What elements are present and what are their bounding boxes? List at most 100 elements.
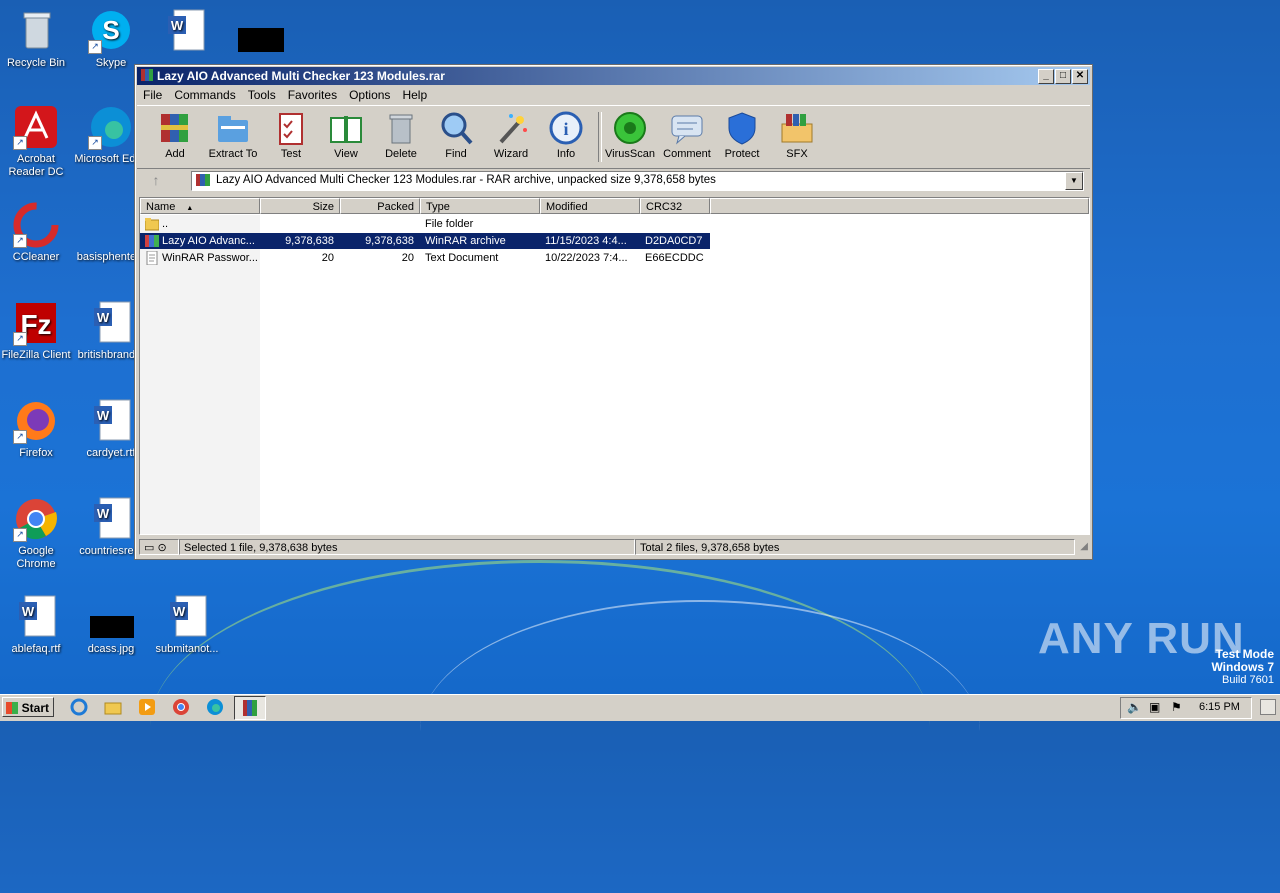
menu-tools[interactable]: Tools: [242, 86, 282, 102]
title-bar[interactable]: Lazy AIO Advanced Multi Checker 123 Modu…: [137, 67, 1090, 85]
test-mode-text: Test Mode Windows 7 Build 7601: [1211, 647, 1274, 687]
word-document-icon: W: [13, 594, 59, 640]
desktop-icon-filezilla[interactable]: Fz ↗ FileZilla Client: [0, 300, 74, 362]
trash-icon: [383, 110, 419, 146]
desktop-icon-dcass[interactable]: dcass.jpg: [73, 594, 149, 656]
drive-icon: ▭ ⊙: [139, 539, 179, 555]
menu-help[interactable]: Help: [396, 86, 433, 102]
view-button[interactable]: View: [316, 110, 376, 160]
edge-icon: ↗: [88, 104, 134, 150]
file-list: Name ▲ Size Packed Type Modified CRC32 .…: [139, 197, 1090, 535]
text-document-icon: [145, 250, 159, 266]
firefox-icon: ↗: [13, 398, 59, 444]
info-icon: i: [548, 110, 584, 146]
skype-icon: S ↗: [88, 8, 134, 54]
clock[interactable]: 6:15 PM: [1199, 701, 1240, 713]
image-file-icon: [88, 594, 134, 640]
desktop-icon-word-doc[interactable]: W: [149, 8, 225, 57]
edge-icon[interactable]: [206, 698, 224, 716]
close-button[interactable]: ✕: [1072, 69, 1088, 84]
acrobat-icon: ↗: [13, 104, 59, 150]
menu-file[interactable]: File: [137, 86, 168, 102]
book-icon: [328, 110, 364, 146]
up-arrow-icon[interactable]: ↑: [145, 172, 167, 190]
blank-file-icon: [88, 202, 134, 248]
find-button[interactable]: Find: [426, 110, 486, 160]
info-button[interactable]: i Info: [536, 110, 596, 160]
ccleaner-icon: ↗: [13, 202, 59, 248]
chevron-down-icon[interactable]: ▼: [1065, 172, 1083, 190]
svg-text:W: W: [97, 310, 110, 325]
svg-text:W: W: [97, 506, 110, 521]
extract-to-button[interactable]: Extract To: [203, 110, 263, 160]
folder-extract-icon: [215, 110, 251, 146]
svg-text:W: W: [97, 408, 110, 423]
maximize-button[interactable]: □: [1055, 69, 1071, 84]
desktop-icon-ablefaq[interactable]: W ablefaq.rtf: [0, 594, 74, 656]
comment-icon: [669, 110, 705, 146]
rar-archive-icon: [145, 234, 159, 248]
add-button[interactable]: Add: [145, 110, 205, 160]
system-tray: 🔈 ▣ ⚑ 6:15 PM: [1120, 697, 1252, 719]
test-clipboard-icon: [273, 110, 309, 146]
virus-bug-icon: [612, 110, 648, 146]
show-desktop-button[interactable]: [1260, 699, 1276, 715]
minimize-button[interactable]: _: [1038, 69, 1054, 84]
test-button[interactable]: Test: [261, 110, 321, 160]
desktop-icon-skype[interactable]: S ↗ Skype: [73, 8, 149, 70]
file-explorer-icon[interactable]: [104, 698, 122, 716]
column-header-packed[interactable]: Packed: [340, 198, 420, 214]
desktop-icon-firefox[interactable]: ↗ Firefox: [0, 398, 74, 460]
archive-path-field[interactable]: Lazy AIO Advanced Multi Checker 123 Modu…: [191, 171, 1084, 191]
menu-commands[interactable]: Commands: [168, 86, 241, 102]
word-document-icon: W: [164, 8, 210, 54]
add-archive-icon: [157, 110, 193, 146]
protect-button[interactable]: Protect: [712, 110, 772, 160]
magnifier-icon: [438, 110, 474, 146]
column-header-crc32[interactable]: CRC32: [640, 198, 710, 214]
desktop-icon-recycle-bin[interactable]: Recycle Bin: [0, 8, 74, 70]
wizard-button[interactable]: Wizard: [481, 110, 541, 160]
volume-icon[interactable]: 🔈: [1127, 700, 1142, 714]
delete-button[interactable]: Delete: [371, 110, 431, 160]
address-bar: ↑ Lazy AIO Advanced Multi Checker 123 Mo…: [137, 169, 1090, 193]
start-button[interactable]: Start: [2, 697, 54, 717]
winrar-window: Lazy AIO Advanced Multi Checker 123 Modu…: [134, 64, 1093, 560]
internet-explorer-icon[interactable]: [70, 698, 88, 716]
winrar-icon: [140, 68, 154, 82]
media-player-icon[interactable]: [138, 698, 156, 716]
svg-text:S: S: [102, 15, 119, 45]
comment-button[interactable]: Comment: [657, 110, 717, 160]
sfx-button[interactable]: SFX: [767, 110, 827, 160]
folder-icon: [144, 217, 160, 231]
window-title: Lazy AIO Advanced Multi Checker 123 Modu…: [157, 69, 445, 83]
winrar-taskbar-icon[interactable]: [234, 696, 266, 720]
desktop-icon-ccleaner[interactable]: ↗ CCleaner: [0, 202, 74, 264]
shield-icon: [724, 110, 760, 146]
desktop-icon-acrobat[interactable]: ↗ Acrobat Reader DC: [0, 104, 74, 179]
column-header-modified[interactable]: Modified: [540, 198, 640, 214]
resize-grip-icon[interactable]: ◢: [1080, 541, 1088, 552]
magic-wand-icon: [493, 110, 529, 146]
column-header-type[interactable]: Type: [420, 198, 540, 214]
status-selection: Selected 1 file, 9,378,638 bytes: [179, 539, 635, 555]
column-header-name[interactable]: Name ▲: [140, 198, 260, 214]
table-row[interactable]: WinRAR Passwor... 20 20 Text Document 10…: [140, 250, 710, 266]
desktop-icon-chrome[interactable]: ↗ Google Chrome: [0, 496, 74, 571]
chrome-icon: ↗: [13, 496, 59, 542]
virusscan-button[interactable]: VirusScan: [600, 110, 660, 160]
table-row[interactable]: .. File folder: [140, 216, 710, 232]
network-icon[interactable]: ▣: [1149, 700, 1160, 714]
sfx-box-icon: [779, 110, 815, 146]
desktop-icon-submitanot[interactable]: W submitanot...: [149, 594, 225, 656]
word-document-icon: W: [164, 594, 210, 640]
word-document-icon: W: [88, 398, 134, 444]
flag-icon[interactable]: ⚑: [1171, 700, 1182, 714]
svg-text:W: W: [173, 604, 186, 619]
chrome-icon[interactable]: [172, 698, 190, 716]
table-row[interactable]: Lazy AIO Advanc... 9,378,638 9,378,638 W…: [140, 233, 710, 249]
column-header-size[interactable]: Size: [260, 198, 340, 214]
menu-favorites[interactable]: Favorites: [282, 86, 343, 102]
column-header-filler: [710, 198, 1089, 214]
menu-options[interactable]: Options: [343, 86, 396, 102]
